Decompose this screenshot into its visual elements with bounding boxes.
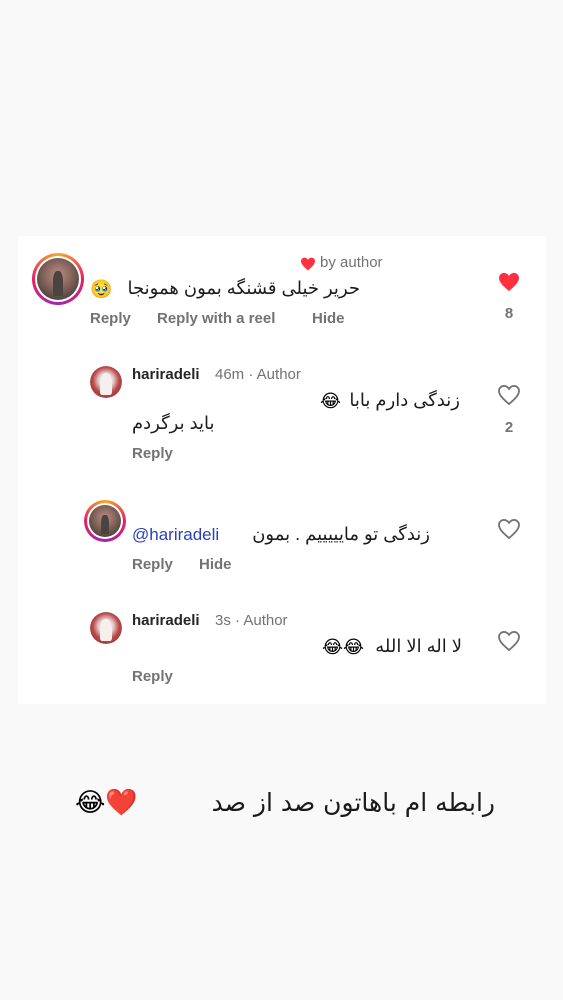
author-avatar[interactable]	[90, 612, 122, 644]
reply-text: 😂😂 لا اله الا الله	[322, 636, 462, 662]
reply-line-2-text: باید برگردم	[132, 413, 215, 433]
pleading-face-emoji: 🥹	[90, 279, 113, 300]
comment-text: 🥹 حریر خیلی قشنگه بمون همونجا	[90, 278, 360, 304]
reply-button[interactable]: Reply	[132, 445, 173, 462]
mention-link[interactable]: @hariradeli	[132, 525, 219, 545]
reply-username[interactable]: hariradeli	[132, 366, 200, 383]
caption-emoji: 😂❤️	[75, 788, 138, 818]
commenter-avatar[interactable]	[84, 500, 126, 542]
story-caption: 😂❤️ رابطه ام باهاتون صد از صد	[75, 788, 495, 824]
reply-line-1-text: زندگی دارم بابا	[349, 390, 460, 410]
like-count: 2	[504, 419, 514, 436]
like-heart-icon[interactable]	[498, 272, 520, 292]
commenter-avatar[interactable]	[32, 253, 84, 305]
reply-username[interactable]: hariradeli	[132, 612, 200, 629]
caption-text: رابطه ام باهاتون صد از صد	[211, 788, 495, 817]
reply-line-1: 😂 زندگی دارم بابا	[320, 390, 460, 416]
like-heart-outline-icon[interactable]	[498, 631, 520, 651]
like-count: 8	[504, 305, 514, 322]
reply-meta: 3s · Author	[215, 612, 288, 629]
comment-body: زندگی تو مایییییم . بمون	[252, 524, 430, 544]
laughing-emoji: 😂	[320, 391, 342, 412]
reply-button[interactable]: Reply	[132, 668, 173, 685]
reply-body: لا اله الا الله	[375, 636, 462, 656]
reply-button[interactable]: Reply	[90, 310, 131, 327]
like-heart-outline-icon[interactable]	[498, 519, 520, 539]
reply-meta: 46m · Author	[215, 366, 301, 383]
hide-button[interactable]: Hide	[199, 556, 232, 573]
like-heart-outline-icon[interactable]	[498, 385, 520, 405]
liked-by-author-label: by author	[320, 254, 383, 271]
reply-with-reel-button[interactable]: Reply with a reel	[157, 310, 275, 327]
hide-button[interactable]: Hide	[312, 310, 345, 327]
author-avatar[interactable]	[90, 366, 122, 398]
comment-body: حریر خیلی قشنگه بمون همونجا	[127, 278, 360, 298]
comment-text: @hariradeli زندگی تو مایییییم . بمون	[132, 524, 432, 550]
reply-button[interactable]: Reply	[132, 556, 173, 573]
liked-by-author-heart-icon	[301, 257, 315, 271]
laughing-emoji: 😂😂	[322, 637, 365, 658]
